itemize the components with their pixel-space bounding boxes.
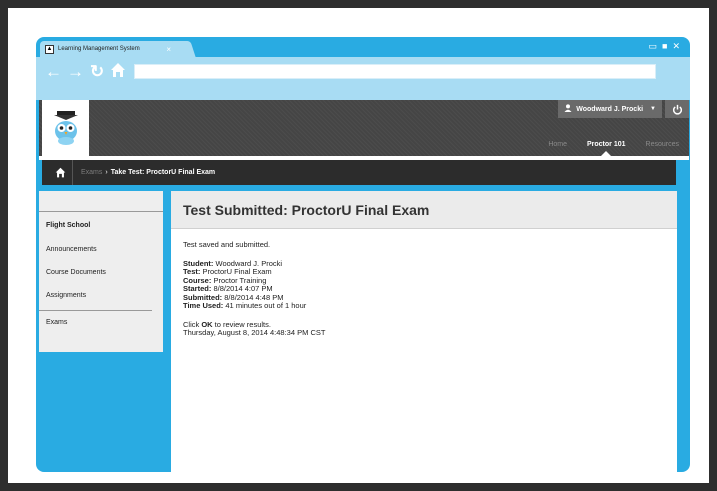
user-menu-button[interactable]: Woodward J. Procki ▼ xyxy=(558,100,662,118)
tab-title: Learning Management System xyxy=(58,46,140,52)
top-navigation: Home Proctor 101 Resources xyxy=(548,141,679,156)
main-content: Test Submitted: ProctorU Final Exam Test… xyxy=(171,191,677,472)
user-icon xyxy=(564,104,572,114)
submission-timestamp: Thursday, August 8, 2014 4:48:34 PM CST xyxy=(183,328,326,337)
graduation-cap-icon: ▲ xyxy=(45,44,54,54)
sidebar-item-exams[interactable]: Exams xyxy=(39,311,163,334)
sidebar-item-announcements[interactable]: Announcements xyxy=(39,238,163,261)
sidebar-item-assignments[interactable]: Assignments xyxy=(39,284,163,307)
course-sidebar: Flight School Announcements Course Docum… xyxy=(39,191,163,352)
status-message: Test saved and submitted. xyxy=(183,240,271,249)
lms-app: Woodward J. Procki ▼ Home Proctor 101 Re… xyxy=(36,100,690,472)
breadcrumb: Exams › Take Test: ProctorU Final Exam xyxy=(42,160,676,185)
new-tab-button[interactable] xyxy=(170,41,196,57)
app-header: Woodward J. Procki ▼ Home Proctor 101 Re… xyxy=(39,100,689,156)
breadcrumb-divider xyxy=(72,160,73,185)
nav-home[interactable]: Home xyxy=(548,141,567,148)
breadcrumb-current: Take Test: ProctorU Final Exam xyxy=(110,169,216,176)
back-arrow-icon[interactable]: ← xyxy=(45,62,62,82)
breadcrumb-exams[interactable]: Exams xyxy=(81,169,102,176)
sidebar-item-course-documents[interactable]: Course Documents xyxy=(39,261,163,284)
home-icon[interactable] xyxy=(48,167,72,178)
sidebar-header xyxy=(39,191,163,212)
owl-logo-icon[interactable] xyxy=(42,100,89,156)
minimize-icon[interactable]: ▭ xyxy=(649,42,658,51)
close-window-icon[interactable]: ✕ xyxy=(672,42,680,51)
tab-bar: ▲ Learning Management System × ▭ ■ ✕ xyxy=(36,37,690,57)
chevron-down-icon: ▼ xyxy=(650,106,656,112)
nav-proctor-101[interactable]: Proctor 101 xyxy=(587,141,626,156)
nav-resources[interactable]: Resources xyxy=(646,141,679,148)
browser-tab[interactable]: ▲ Learning Management System × xyxy=(40,41,176,57)
power-icon[interactable] xyxy=(665,100,689,118)
breadcrumb-separator: › xyxy=(105,169,108,176)
page-title: Test Submitted: ProctorU Final Exam xyxy=(183,201,430,218)
maximize-icon[interactable]: ■ xyxy=(662,42,667,51)
tab-close-icon[interactable]: × xyxy=(166,45,171,54)
browser-window: ▲ Learning Management System × ▭ ■ ✕ ← →… xyxy=(36,37,690,472)
content-body: Test saved and submitted. Student: Woodw… xyxy=(171,229,677,338)
browser-toolbar: ← → ↻ xyxy=(36,57,690,100)
reload-icon[interactable]: ↻ xyxy=(90,62,104,82)
content-header: Test Submitted: ProctorU Final Exam xyxy=(171,191,677,229)
forward-arrow-icon[interactable]: → xyxy=(67,62,84,82)
sidebar-course-title[interactable]: Flight School xyxy=(39,212,163,238)
window-controls: ▭ ■ ✕ xyxy=(649,42,681,51)
home-icon[interactable] xyxy=(110,62,126,83)
address-bar[interactable] xyxy=(134,64,656,79)
user-name: Woodward J. Procki xyxy=(576,105,644,113)
detail-time-used: Time Used: 41 minutes out of 1 hour xyxy=(183,301,307,310)
